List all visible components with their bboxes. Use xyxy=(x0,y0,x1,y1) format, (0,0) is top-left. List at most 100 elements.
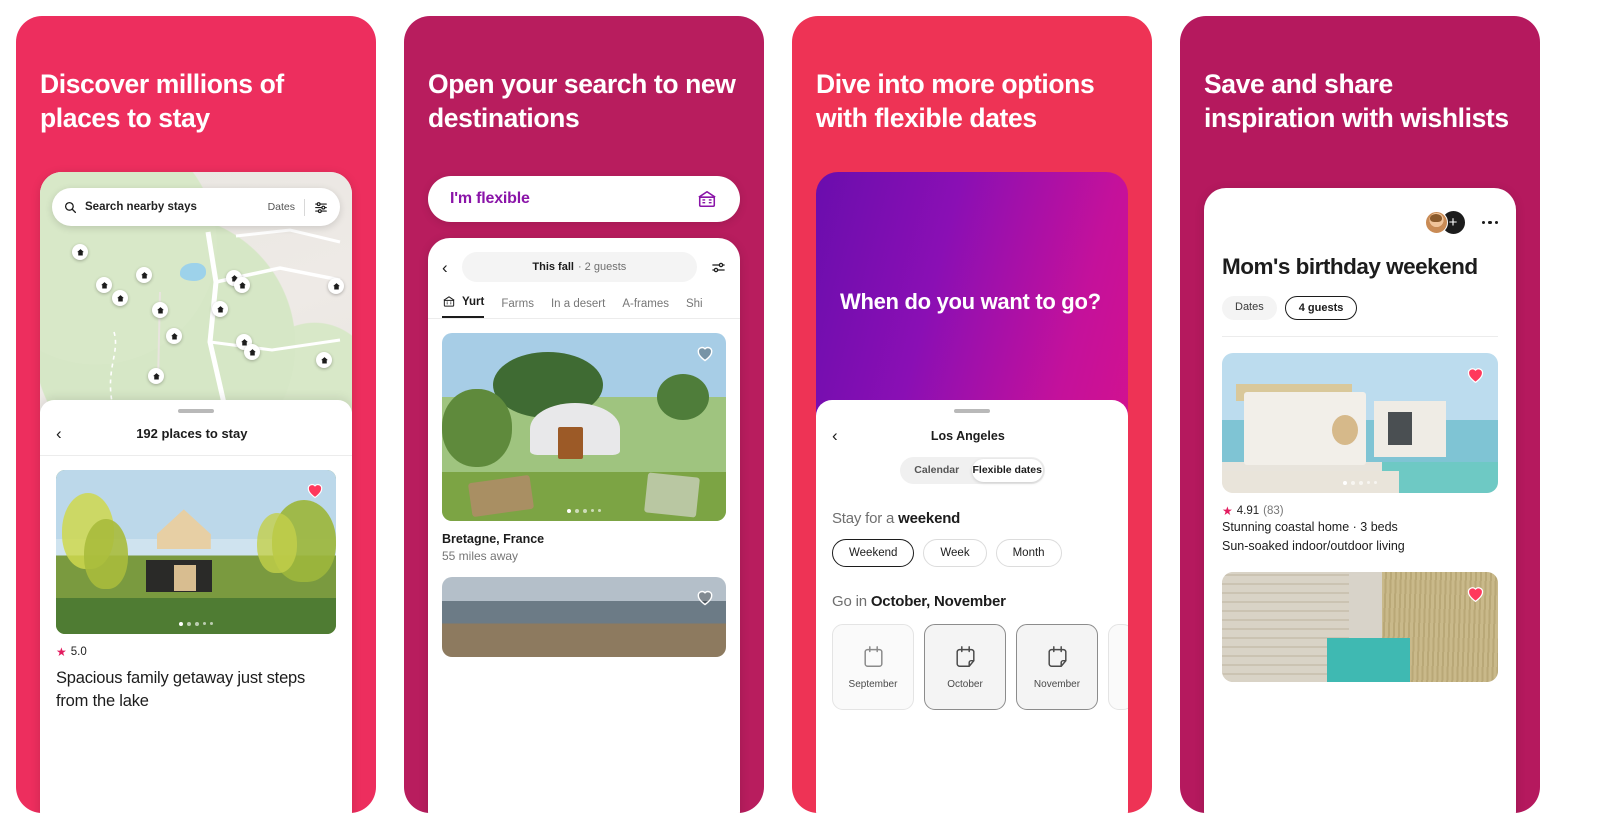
stay-label-value: weekend xyxy=(898,510,961,527)
search-summary-bold: This fall xyxy=(532,261,574,273)
im-flexible-button[interactable]: I'm flexible xyxy=(428,176,740,222)
heart-outline-icon[interactable] xyxy=(695,587,715,607)
stone-villa-photo xyxy=(1222,571,1498,682)
search-summary-pill[interactable]: This fall · 2 guests xyxy=(461,252,697,282)
month-label: September xyxy=(848,678,898,690)
calendar-icon xyxy=(955,645,975,667)
house-photo xyxy=(56,470,336,634)
wishlist-header-actions: + xyxy=(1204,188,1516,235)
listing-list: Bretagne, France 55 miles away xyxy=(428,319,740,657)
search-input[interactable]: Search nearby stays xyxy=(85,201,268,213)
month-october[interactable]: October xyxy=(924,624,1006,710)
panel-discover-stays: Discover millions of places to stay Sear… xyxy=(16,16,376,813)
map-pin[interactable] xyxy=(148,368,164,384)
panel-flexible-dates: Dive into more options with flexible dat… xyxy=(792,16,1152,813)
map-pin[interactable] xyxy=(112,290,128,306)
listing-photo[interactable] xyxy=(1222,571,1498,682)
more-dots-icon[interactable] xyxy=(1481,220,1498,225)
star-icon: ★ xyxy=(56,645,67,659)
search-summary-rest: · 2 guests xyxy=(577,261,627,273)
photo-pool xyxy=(1326,637,1410,682)
filter-sliders-icon[interactable] xyxy=(711,260,726,275)
listing-photo[interactable] xyxy=(442,333,726,521)
month-next-partial[interactable] xyxy=(1108,624,1128,710)
heart-filled-icon[interactable] xyxy=(1465,583,1486,604)
coastal-home-photo xyxy=(1222,353,1498,493)
chip-dates[interactable]: Dates xyxy=(1222,296,1277,320)
carousel-dots[interactable] xyxy=(56,622,336,626)
house-pin-icon xyxy=(320,356,328,363)
heart-filled-icon[interactable] xyxy=(1465,364,1486,385)
category-tab-in-a-desert[interactable]: In a desert xyxy=(551,298,605,318)
house-pin-icon xyxy=(152,372,160,379)
toggle-calendar[interactable]: Calendar xyxy=(902,459,973,482)
yurt-door xyxy=(558,427,584,459)
listing-distance: 55 miles away xyxy=(442,549,519,563)
chip-guests[interactable]: 4 guests xyxy=(1284,296,1358,320)
go-label-prefix: Go in xyxy=(832,593,867,610)
desert-photo xyxy=(442,577,726,657)
filter-sliders-icon[interactable] xyxy=(314,200,328,214)
map-pin[interactable] xyxy=(96,277,112,293)
listing-photo-2[interactable] xyxy=(442,577,726,657)
chevron-left-icon[interactable]: ‹ xyxy=(442,259,448,276)
panel4-headline: Save and share inspiration with wishlist… xyxy=(1204,69,1509,133)
yurt-icon xyxy=(443,296,455,307)
map-pin[interactable] xyxy=(234,277,250,293)
search-bar[interactable]: Search nearby stays Dates xyxy=(52,188,340,226)
listing-photo[interactable] xyxy=(56,470,336,634)
category-tab-a-frames[interactable]: A-frames xyxy=(622,298,669,318)
dates-button[interactable]: Dates xyxy=(268,201,295,213)
panel3-headline: Dive into more options with flexible dat… xyxy=(816,69,1095,133)
map-pin[interactable] xyxy=(152,302,168,318)
month-selector[interactable]: September October November xyxy=(816,624,1128,710)
category-tabs[interactable]: Yurt Farms In a desert A-frames Shi xyxy=(428,282,740,319)
map-pin[interactable] xyxy=(244,344,260,360)
heart-filled-icon[interactable] xyxy=(305,480,325,500)
carousel-dots[interactable] xyxy=(1222,481,1498,485)
listing-rating: ★ 5.0 xyxy=(56,645,336,659)
house-pin-icon xyxy=(140,271,148,278)
panel-open-search: Open your search to new destinations I'm… xyxy=(404,16,764,813)
map-lake xyxy=(180,263,207,282)
heart-outline-icon[interactable] xyxy=(695,343,715,363)
panel-wishlists: Save and share inspiration with wishlist… xyxy=(1180,16,1540,813)
avatar[interactable] xyxy=(1424,211,1448,234)
map-pin[interactable] xyxy=(166,328,182,344)
collaborators[interactable]: + xyxy=(1424,210,1466,235)
chip-month[interactable]: Month xyxy=(995,539,1062,567)
category-label: Farms xyxy=(501,298,534,310)
house-pin-icon xyxy=(248,348,256,355)
category-tab-ships[interactable]: Shi xyxy=(686,298,703,318)
house-pin-icon xyxy=(76,248,84,255)
wishlist-listing-card-2[interactable] xyxy=(1204,556,1516,682)
house-door xyxy=(173,565,196,592)
month-september[interactable]: September xyxy=(832,624,914,710)
date-mode-toggle[interactable]: Calendar Flexible dates xyxy=(899,457,1045,484)
duration-chips[interactable]: Weekend Week Month xyxy=(816,539,1128,567)
panel2-phone-mockup: ‹ This fall · 2 guests Yurt Farms In a d… xyxy=(428,238,740,813)
map-pin[interactable] xyxy=(72,244,88,260)
go-label-value: October, November xyxy=(870,593,1006,610)
map-pin[interactable] xyxy=(328,278,344,294)
panel1-phone-mockup: Search nearby stays Dates ‹ 192 places t… xyxy=(40,172,352,813)
map-view[interactable]: Search nearby stays Dates xyxy=(40,172,352,412)
listing-card[interactable]: ★ 5.0 Spacious family getaway just steps… xyxy=(40,456,352,714)
wishlist-filter-chips[interactable]: Dates 4 guests xyxy=(1204,296,1516,320)
listing-photo[interactable] xyxy=(1222,353,1498,493)
chip-week[interactable]: Week xyxy=(923,539,987,567)
calendar-icon xyxy=(1047,645,1067,667)
chip-weekend[interactable]: Weekend xyxy=(832,539,915,567)
photo-pool xyxy=(1382,462,1498,493)
category-tab-yurt[interactable]: Yurt xyxy=(442,295,485,318)
star-icon: ★ xyxy=(1222,504,1233,518)
stay-duration-label: Stay for a weekend xyxy=(816,510,1128,527)
wishlist-listing-card[interactable]: ★ 4.91 (83) Stunning coastal home · 3 be… xyxy=(1204,337,1516,556)
carousel-dots[interactable] xyxy=(442,509,726,513)
map-pin[interactable] xyxy=(212,301,228,317)
month-november[interactable]: November xyxy=(1016,624,1098,710)
toggle-flexible-dates[interactable]: Flexible dates xyxy=(972,459,1043,482)
map-pin[interactable] xyxy=(136,267,152,283)
map-pin[interactable] xyxy=(316,352,332,368)
category-tab-farms[interactable]: Farms xyxy=(501,298,534,318)
